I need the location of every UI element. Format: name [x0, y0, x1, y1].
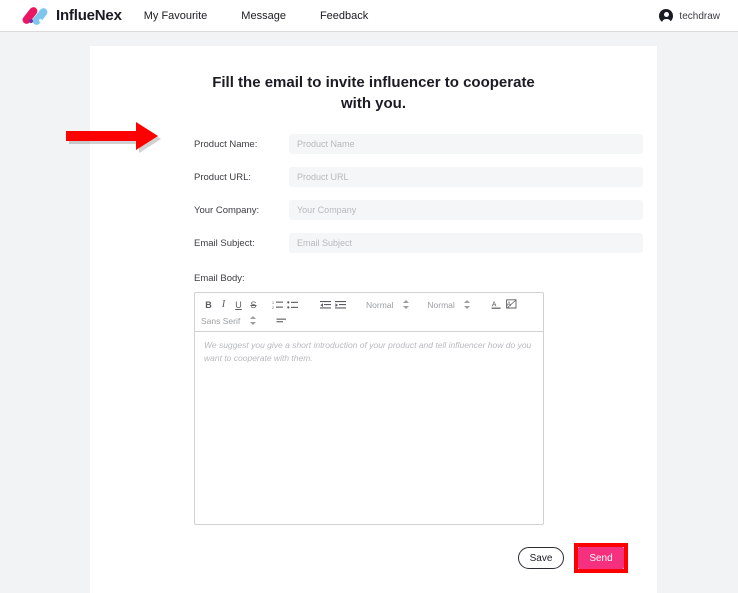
bold-button[interactable]: B: [201, 298, 216, 311]
underline-label: U: [235, 299, 242, 310]
heading-format-value: Normal: [366, 299, 394, 310]
user-avatar-icon: [659, 9, 674, 24]
indent-icon[interactable]: [333, 298, 348, 311]
editor-toolbar-row-2: Sans Serif: [201, 314, 537, 327]
brand-name: InflueNex: [56, 7, 122, 24]
email-body-textarea[interactable]: We suggest you give a short introduction…: [195, 332, 543, 524]
font-size-value: Normal: [427, 299, 455, 310]
email-body-placeholder: We suggest you give a short introduction…: [204, 340, 532, 363]
font-family-select[interactable]: Sans Serif: [201, 315, 256, 326]
italic-button[interactable]: I: [216, 298, 231, 311]
svg-text:1: 1: [272, 301, 274, 305]
product-url-input[interactable]: [289, 167, 643, 187]
your-company-label: Your Company:: [194, 204, 260, 216]
svg-text:2: 2: [272, 306, 274, 310]
nav-links: My Favourite Message Feedback: [144, 10, 369, 22]
top-navigation-bar: InflueNex My Favourite Message Feedback …: [0, 0, 738, 32]
user-account-menu[interactable]: techdraw: [659, 0, 720, 32]
bold-label: B: [205, 299, 212, 310]
svg-text:A: A: [492, 302, 497, 309]
chevron-updown-icon: [249, 315, 256, 326]
email-subject-label: Email Subject:: [194, 237, 255, 249]
product-name-label: Product Name:: [194, 138, 258, 150]
heading-format-select[interactable]: Normal: [366, 299, 409, 310]
bullet-list-icon[interactable]: [285, 298, 300, 311]
invite-email-card: Fill the email to invite influencer to c…: [90, 46, 657, 593]
form-actions: Save Send: [194, 543, 643, 573]
underline-button[interactable]: U: [231, 298, 246, 311]
email-body-label: Email Body:: [194, 273, 245, 284]
align-icon[interactable]: [274, 314, 289, 327]
editor-toolbar: B I U S 1 2 Normal Normal A A Sans Serif: [195, 293, 543, 332]
strikethrough-button[interactable]: S: [246, 298, 261, 311]
save-button[interactable]: Save: [518, 547, 564, 569]
highlight-color-icon[interactable]: A: [504, 298, 519, 311]
your-company-input[interactable]: [289, 200, 643, 220]
outdent-icon[interactable]: [318, 298, 333, 311]
ordered-list-icon[interactable]: 1 2: [270, 298, 285, 311]
font-family-value: Sans Serif: [201, 315, 241, 326]
brand-logo[interactable]: InflueNex: [20, 5, 122, 26]
page-title: Fill the email to invite influencer to c…: [212, 74, 535, 112]
nav-item-message[interactable]: Message: [241, 10, 286, 22]
text-color-icon[interactable]: A: [489, 298, 504, 311]
chevron-updown-icon: [464, 299, 471, 310]
chevron-updown-icon: [402, 299, 409, 310]
form-row-product-name: Product Name:: [194, 134, 643, 154]
logo-dot-white: [39, 18, 42, 22]
product-name-input[interactable]: [289, 134, 643, 154]
logo-dot-purple: [29, 18, 33, 23]
email-subject-input[interactable]: [289, 233, 643, 253]
form-row-product-url: Product URL:: [194, 167, 643, 187]
influenex-logo-icon: [20, 5, 50, 26]
nav-item-feedback[interactable]: Feedback: [320, 10, 368, 22]
product-url-label: Product URL:: [194, 171, 252, 183]
editor-toolbar-row-1: B I U S 1 2 Normal Normal A A: [201, 298, 537, 311]
form-row-email-subject: Email Subject:: [194, 233, 643, 253]
invite-form: Product Name: Product URL: Your Company:…: [90, 134, 657, 573]
font-size-select[interactable]: Normal: [427, 299, 471, 310]
italic-label: I: [221, 299, 226, 310]
send-button[interactable]: Send: [578, 547, 624, 569]
user-name: techdraw: [679, 10, 720, 22]
red-highlight-box: Send: [574, 543, 628, 573]
strikethrough-label: S: [250, 299, 257, 310]
email-body-editor: B I U S 1 2 Normal Normal A A Sans Serif…: [194, 292, 544, 525]
nav-item-my-favourite[interactable]: My Favourite: [144, 10, 208, 22]
form-row-your-company: Your Company:: [194, 200, 643, 220]
